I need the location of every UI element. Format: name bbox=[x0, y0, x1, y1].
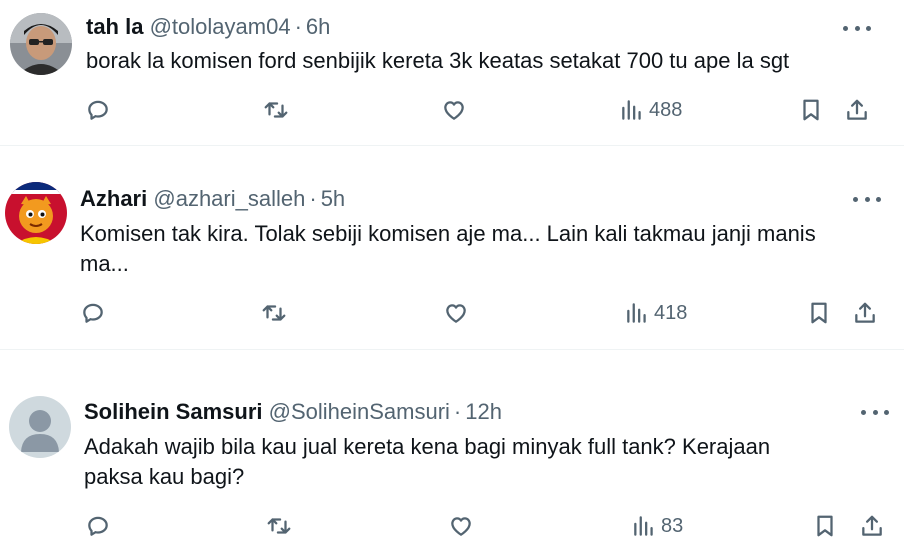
profile-photo-icon bbox=[10, 13, 72, 75]
handle[interactable]: @tololayam04 bbox=[150, 14, 291, 39]
reply-button[interactable] bbox=[85, 95, 111, 125]
tweet[interactable]: Azhari @azhari_salleh · 5h Komisen tak kir… bbox=[0, 146, 904, 349]
bookmark-button[interactable] bbox=[798, 95, 824, 125]
share-icon bbox=[855, 302, 875, 323]
avatar[interactable] bbox=[9, 396, 71, 458]
more-icon[interactable] bbox=[861, 402, 889, 422]
tweet-text: Adakah wajib bila kau jual kereta kena b… bbox=[84, 434, 771, 489]
action-bar: 83 bbox=[0, 511, 904, 541]
views-count: 418 bbox=[654, 301, 688, 324]
tweet[interactable]: tah la @tololayam04 · 6h borak la komisen … bbox=[0, 0, 904, 145]
mascot-emblem-icon bbox=[5, 182, 67, 244]
retweet-icon bbox=[262, 305, 286, 321]
bookmark-icon bbox=[803, 99, 819, 121]
share-button[interactable] bbox=[859, 511, 885, 541]
reply-icon bbox=[83, 303, 103, 323]
retweet-button[interactable] bbox=[266, 511, 292, 541]
views-button[interactable]: 83 bbox=[631, 511, 683, 541]
separator: · bbox=[453, 399, 462, 424]
retweet-button[interactable] bbox=[261, 298, 287, 328]
tweet-header: tah la @tololayam04 · 6h bbox=[86, 14, 330, 40]
views-icon bbox=[622, 100, 641, 120]
reply-icon bbox=[88, 100, 108, 120]
bookmark-icon bbox=[817, 515, 833, 537]
bookmark-button[interactable] bbox=[806, 298, 832, 328]
views-button[interactable]: 418 bbox=[624, 298, 687, 328]
display-name[interactable]: tah la bbox=[86, 14, 143, 39]
tweet[interactable]: Solihein Samsuri @SoliheinSamsuri · 12h Ad… bbox=[0, 350, 904, 547]
reply-icon bbox=[88, 516, 108, 536]
timestamp[interactable]: 5h bbox=[321, 186, 345, 211]
action-bar: 488 bbox=[0, 95, 904, 125]
share-button[interactable] bbox=[852, 298, 878, 328]
bookmark-icon bbox=[811, 302, 827, 324]
share-icon bbox=[862, 515, 882, 536]
like-button[interactable] bbox=[448, 511, 474, 541]
retweet-icon bbox=[264, 102, 288, 118]
bookmark-button[interactable] bbox=[812, 511, 838, 541]
display-name[interactable]: Azhari bbox=[80, 186, 147, 211]
default-avatar-icon bbox=[9, 396, 71, 458]
views-button[interactable]: 488 bbox=[619, 95, 682, 125]
avatar[interactable] bbox=[5, 182, 67, 244]
share-icon bbox=[847, 99, 867, 120]
like-icon bbox=[444, 101, 464, 120]
more-icon[interactable] bbox=[843, 18, 871, 38]
retweet-icon bbox=[267, 518, 291, 534]
separator: · bbox=[294, 14, 302, 39]
avatar[interactable] bbox=[10, 13, 72, 75]
like-button[interactable] bbox=[443, 298, 469, 328]
share-button[interactable] bbox=[844, 95, 870, 125]
separator: · bbox=[309, 186, 317, 211]
tweet-text: borak la komisen ford senbijik kereta 3k… bbox=[86, 48, 790, 73]
tweet-header: Azhari @azhari_salleh · 5h bbox=[80, 186, 345, 212]
display-name[interactable]: Solihein Samsuri bbox=[84, 399, 263, 424]
more-icon[interactable] bbox=[853, 189, 881, 209]
tweet-text: Komisen tak kira. Tolak sebiji komisen a… bbox=[80, 221, 816, 276]
tweet-header: Solihein Samsuri @SoliheinSamsuri · 12h bbox=[84, 399, 502, 425]
views-icon bbox=[627, 303, 646, 323]
views-count: 488 bbox=[649, 98, 683, 121]
handle[interactable]: @SoliheinSamsuri bbox=[269, 399, 450, 424]
views-icon bbox=[634, 516, 653, 536]
like-button[interactable] bbox=[441, 95, 467, 125]
retweet-button[interactable] bbox=[263, 95, 289, 125]
reply-button[interactable] bbox=[80, 298, 106, 328]
like-icon bbox=[451, 517, 471, 536]
handle[interactable]: @azhari_salleh bbox=[153, 186, 305, 211]
reply-button[interactable] bbox=[85, 511, 111, 541]
timestamp[interactable]: 6h bbox=[306, 14, 330, 39]
timestamp[interactable]: 12h bbox=[465, 399, 502, 424]
action-bar: 418 bbox=[0, 298, 904, 328]
like-icon bbox=[446, 304, 466, 323]
views-count: 83 bbox=[661, 514, 684, 537]
